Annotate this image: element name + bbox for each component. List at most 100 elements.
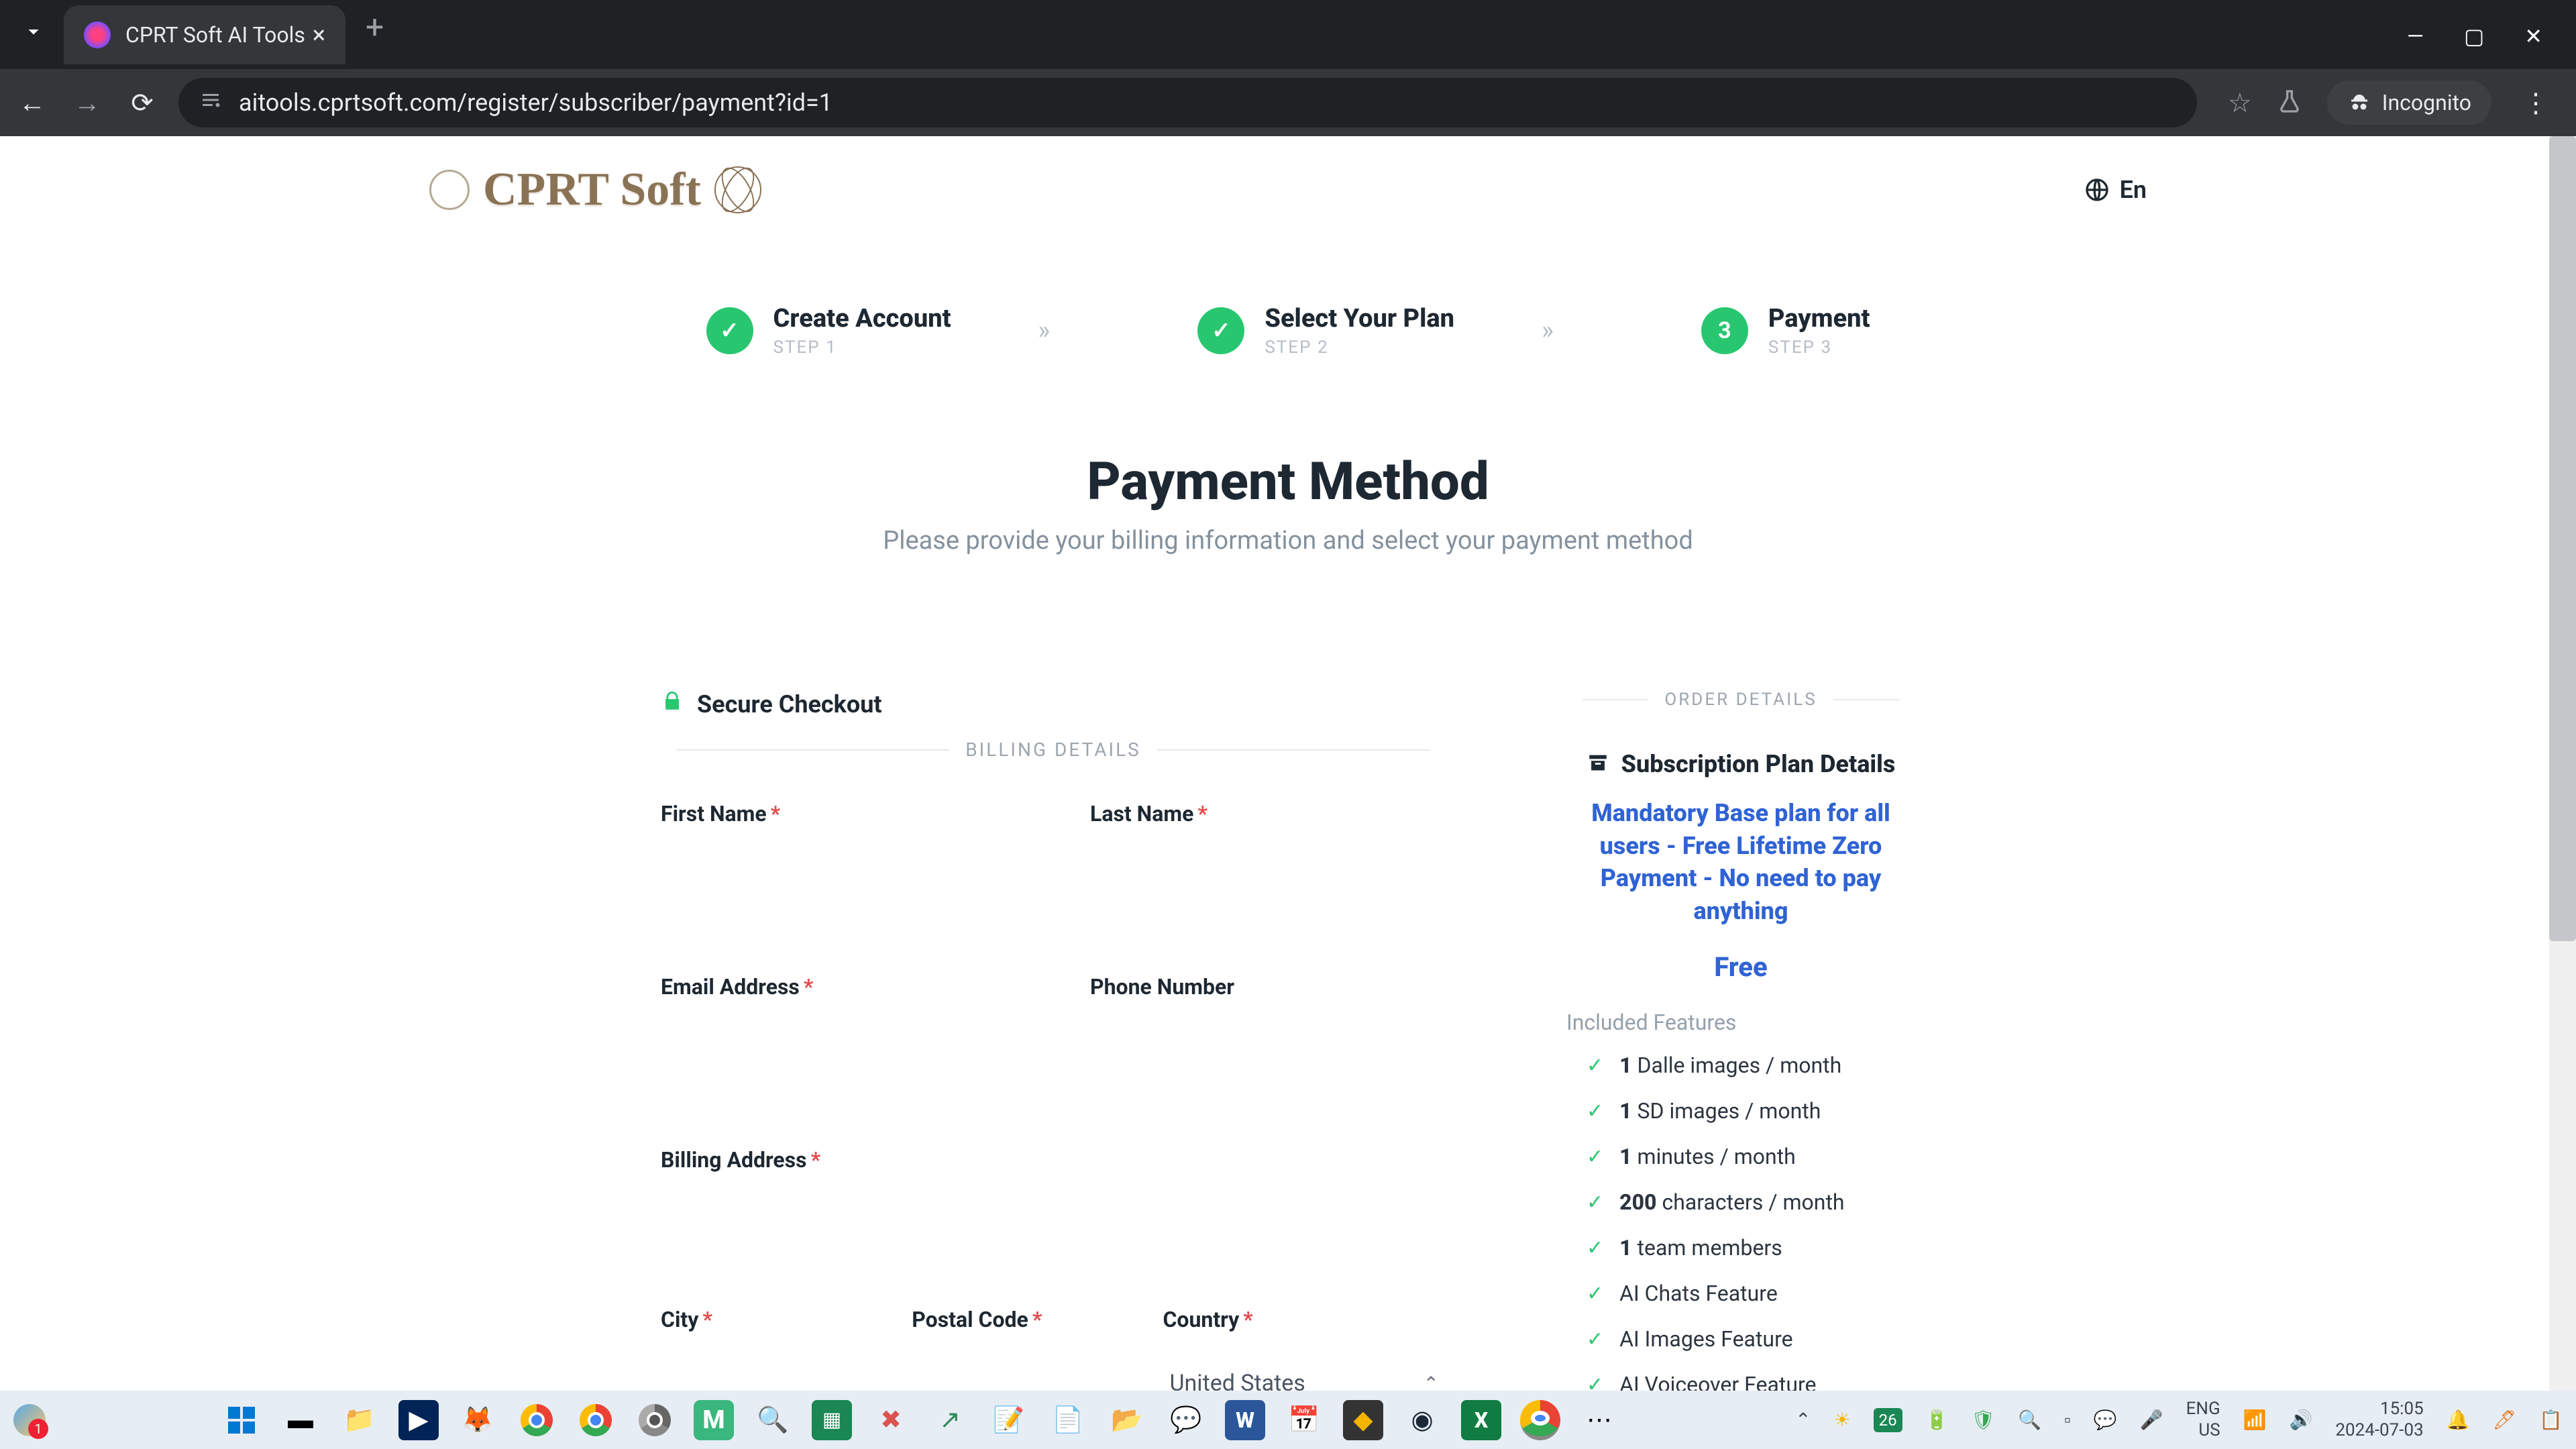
taskbar-overflow-button[interactable]: ⋯ bbox=[1579, 1400, 1619, 1440]
lang-line2: US bbox=[2186, 1420, 2220, 1441]
notifications-icon[interactable]: 🔔 bbox=[2447, 1409, 2470, 1431]
incognito-badge[interactable]: Incognito bbox=[2327, 80, 2491, 125]
chrome-beta-icon[interactable] bbox=[576, 1400, 616, 1440]
address-input[interactable] bbox=[661, 1179, 1446, 1240]
browser-toolbar: ← → ⟳ aitools.cprtsoft.com/register/subs… bbox=[0, 69, 2576, 136]
first-name-label: First Name bbox=[661, 801, 767, 826]
tray-icon[interactable]: 🔍 bbox=[2018, 1409, 2041, 1431]
tray-chevron-icon[interactable]: ⌃ bbox=[1795, 1409, 1811, 1431]
tray-icon[interactable]: 💬 bbox=[2094, 1409, 2117, 1431]
calendar-icon[interactable]: 📅 bbox=[1284, 1400, 1324, 1440]
tray-icon[interactable]: 🖊 bbox=[2493, 1409, 2517, 1431]
taskbar-app-icon[interactable]: 📝 bbox=[989, 1400, 1029, 1440]
new-tab-button[interactable]: + bbox=[366, 8, 384, 46]
browser-tab[interactable]: CPRT Soft AI Tools × bbox=[64, 5, 345, 64]
volume-icon[interactable]: 🔊 bbox=[2290, 1409, 2313, 1431]
feature-item: ✓200 characters / month bbox=[1566, 1189, 1915, 1215]
step-3-title: Payment bbox=[1768, 304, 1870, 333]
maximize-button[interactable]: ▢ bbox=[2464, 23, 2484, 49]
language-selector[interactable]: En bbox=[2084, 176, 2147, 204]
file-explorer-icon[interactable]: 📁 bbox=[339, 1400, 380, 1440]
email-label: Email Address bbox=[661, 974, 800, 1000]
taskbar-app-icon[interactable]: ▦ bbox=[812, 1400, 852, 1440]
reload-button[interactable]: ⟳ bbox=[123, 84, 161, 121]
tray-icon[interactable]: ▫ bbox=[2064, 1409, 2071, 1431]
country-select[interactable]: United States ⌃ bbox=[1163, 1358, 1446, 1391]
back-button[interactable]: ← bbox=[13, 84, 51, 121]
feature-item: ✓1 team members bbox=[1566, 1235, 1915, 1260]
feature-item: ✓AI Voiceover Feature bbox=[1566, 1372, 1915, 1391]
close-window-button[interactable]: ✕ bbox=[2524, 23, 2542, 49]
first-name-input[interactable] bbox=[661, 833, 1016, 894]
chrome-icon[interactable] bbox=[517, 1400, 557, 1440]
page-scrollbar[interactable] bbox=[2549, 136, 2576, 1391]
lang-line1: ENG bbox=[2186, 1399, 2220, 1419]
chevron-right-icon: » bbox=[1038, 316, 1051, 345]
plan-name: Mandatory Base plan for all users - Free… bbox=[1566, 797, 1915, 927]
city-input[interactable] bbox=[661, 1339, 878, 1391]
tray-icon[interactable]: 📋 bbox=[2539, 1409, 2563, 1431]
taskbar-language[interactable]: ENG US bbox=[2186, 1399, 2220, 1440]
country-field: Country* United States ⌃ bbox=[1163, 1307, 1446, 1391]
taskbar-app-icon[interactable]: M bbox=[694, 1400, 734, 1440]
taskbar-app-icon[interactable]: ✖ bbox=[871, 1400, 911, 1440]
postal-input[interactable] bbox=[912, 1339, 1129, 1391]
logo-text: CPRT Soft bbox=[483, 163, 701, 217]
start-button[interactable] bbox=[221, 1400, 262, 1440]
taskbar-clock[interactable]: 15:05 2024-07-03 bbox=[2335, 1399, 2423, 1440]
required-mark: * bbox=[1243, 1307, 1253, 1332]
labs-icon[interactable] bbox=[2276, 88, 2303, 117]
excel-icon[interactable]: X bbox=[1461, 1400, 1501, 1440]
check-icon: ✓ bbox=[1587, 1328, 1603, 1351]
chrome-canary-icon[interactable] bbox=[635, 1400, 675, 1440]
required-mark: * bbox=[1197, 801, 1208, 826]
taskbar-app-icon[interactable]: 📄 bbox=[1048, 1400, 1088, 1440]
forward-button[interactable]: → bbox=[68, 84, 106, 121]
logo-atom-icon bbox=[714, 166, 761, 213]
taskbar-app-icon[interactable]: ◆ bbox=[1343, 1400, 1383, 1440]
wifi-icon[interactable]: 📶 bbox=[2243, 1409, 2267, 1431]
city-label: City bbox=[661, 1307, 698, 1332]
taskbar-app-icon[interactable]: ↗ bbox=[930, 1400, 970, 1440]
feature-text: 1 team members bbox=[1619, 1235, 1782, 1260]
tray-icon[interactable]: 26 bbox=[1874, 1408, 1902, 1432]
taskbar-app-icon[interactable]: 🦊 bbox=[458, 1400, 498, 1440]
windows-taskbar: 1 ▬ 📁 ▶ 🦊 M 🔍 ▦ ✖ ↗ 📝 📄 📂 💬 W 📅 ◆ ◉ X ⋯ … bbox=[0, 1391, 2576, 1449]
taskbar-app-icon[interactable]: ▬ bbox=[280, 1400, 321, 1440]
check-icon: ✓ bbox=[1587, 1099, 1603, 1123]
check-icon: ✓ bbox=[1587, 1373, 1603, 1391]
tray-icon[interactable]: ☀ bbox=[1834, 1409, 1851, 1431]
window-controls: — ▢ ✕ bbox=[2407, 23, 2576, 49]
taskbar-app-icon[interactable]: 💬 bbox=[1166, 1400, 1206, 1440]
terminal-icon[interactable]: ▶ bbox=[398, 1400, 439, 1440]
address-bar[interactable]: aitools.cprtsoft.com/register/subscriber… bbox=[178, 78, 2197, 127]
order-section: ORDER DETAILS Subscription Plan Details … bbox=[1566, 690, 1915, 1391]
tab-close-button[interactable]: × bbox=[313, 21, 325, 49]
phone-input[interactable] bbox=[1090, 1006, 1446, 1067]
feature-item: ✓1 minutes / month bbox=[1566, 1144, 1915, 1169]
logo[interactable]: CPRT Soft bbox=[429, 163, 761, 217]
tray-icon[interactable]: 🛡 bbox=[1972, 1409, 1996, 1431]
scrollbar-thumb[interactable] bbox=[2549, 136, 2576, 941]
browser-menu-button[interactable]: ⋮ bbox=[2509, 87, 2563, 119]
taskbar-weather[interactable]: 1 bbox=[13, 1404, 46, 1436]
taskbar-app-icon[interactable]: 📂 bbox=[1107, 1400, 1147, 1440]
feature-text: 1 SD images / month bbox=[1619, 1098, 1821, 1124]
minimize-button[interactable]: — bbox=[2407, 23, 2424, 49]
address-label: Billing Address bbox=[661, 1147, 807, 1173]
word-icon[interactable]: W bbox=[1225, 1400, 1265, 1440]
last-name-input[interactable] bbox=[1090, 833, 1446, 894]
email-input[interactable] bbox=[661, 1006, 1016, 1067]
tab-search-button[interactable] bbox=[13, 11, 54, 52]
globe-icon bbox=[2084, 176, 2110, 203]
bookmark-icon[interactable]: ☆ bbox=[2228, 87, 2252, 119]
site-info-icon[interactable] bbox=[199, 88, 223, 118]
feature-item: ✓1 Dalle images / month bbox=[1566, 1053, 1915, 1078]
taskbar-app-icon[interactable]: 🔍 bbox=[753, 1400, 793, 1440]
required-mark: * bbox=[804, 974, 814, 1000]
tray-mic-icon[interactable]: 🎤 bbox=[2140, 1409, 2163, 1431]
tray-icon[interactable]: 🔋 bbox=[1925, 1409, 1949, 1431]
chrome-active-icon[interactable] bbox=[1520, 1400, 1560, 1440]
steam-icon[interactable]: ◉ bbox=[1402, 1400, 1442, 1440]
archive-icon bbox=[1587, 751, 1609, 777]
